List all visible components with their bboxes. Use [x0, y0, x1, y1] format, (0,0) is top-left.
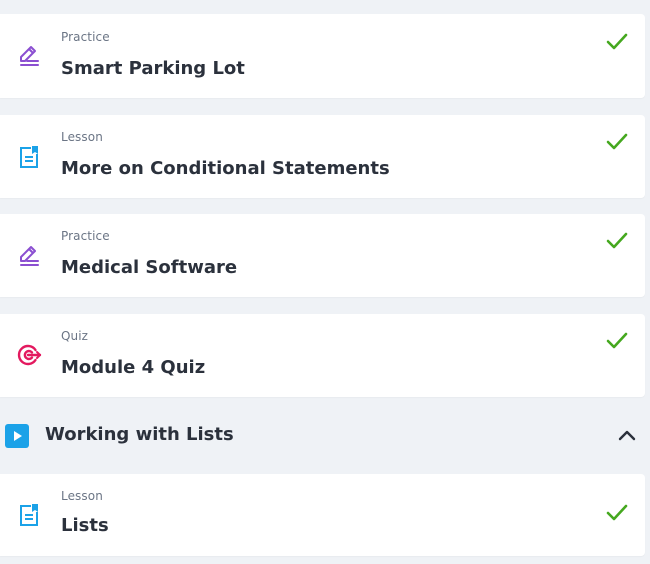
- module-item-more-on-conditional-statements[interactable]: Lesson More on Conditional Statements: [0, 115, 645, 198]
- module-item-smart-parking-lot[interactable]: Practice Smart Parking Lot: [0, 14, 645, 98]
- item-type-label: Practice: [61, 229, 110, 243]
- item-title: Lists: [61, 515, 109, 536]
- item-type-label: Practice: [61, 30, 110, 44]
- item-type-label: Lesson: [61, 130, 103, 144]
- pencil-edit-icon: [16, 243, 42, 269]
- check-icon: [605, 229, 629, 253]
- item-title: Module 4 Quiz: [61, 357, 206, 378]
- pencil-edit-icon: [16, 43, 42, 69]
- target-icon: [16, 342, 42, 368]
- item-title: Medical Software: [61, 257, 238, 278]
- item-title: Smart Parking Lot: [61, 58, 245, 79]
- item-type-label: Lesson: [61, 489, 103, 503]
- module-item-medical-software[interactable]: Practice Medical Software: [0, 214, 645, 297]
- lesson-document-icon: [16, 144, 42, 170]
- section-title: Working with Lists: [45, 424, 234, 445]
- item-title: More on Conditional Statements: [61, 158, 390, 179]
- item-type-label: Quiz: [61, 329, 89, 343]
- check-icon: [605, 30, 629, 54]
- check-icon: [605, 329, 629, 353]
- module-item-module-4-quiz[interactable]: Quiz Module 4 Quiz: [0, 314, 645, 397]
- chevron-up-icon[interactable]: [615, 424, 639, 448]
- check-icon: [605, 130, 629, 154]
- section-header-working-with-lists[interactable]: Working with Lists: [0, 410, 650, 462]
- play-icon: [5, 424, 29, 448]
- check-icon: [605, 501, 629, 525]
- lesson-document-icon: [16, 502, 42, 528]
- module-item-lists[interactable]: Lesson Lists: [0, 474, 645, 556]
